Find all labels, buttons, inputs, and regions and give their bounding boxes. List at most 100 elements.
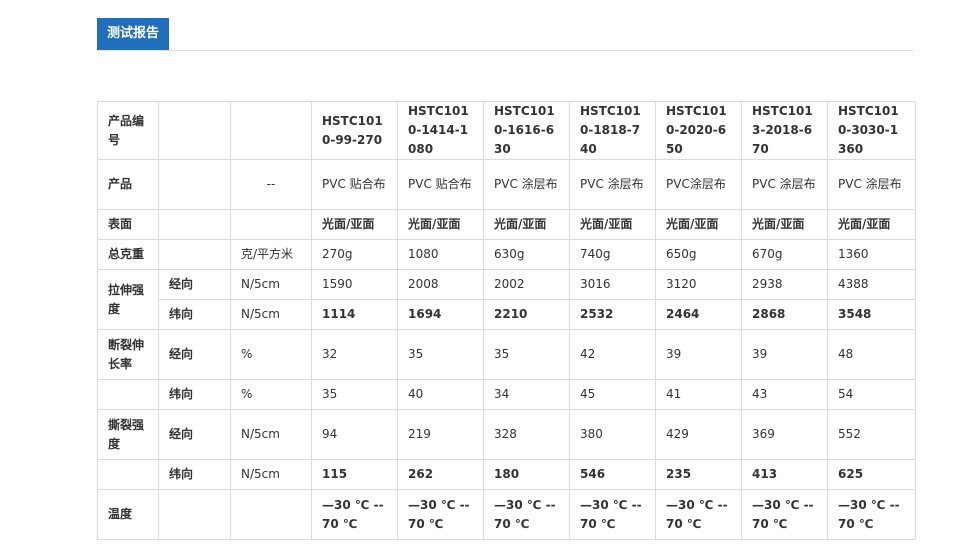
empty-cell [97,379,159,410]
row-label-tear: 撕裂强度 [97,409,159,460]
direction-label: 纬向 [158,299,231,330]
table-row-product-code: 产品编号 HSTC1010-99-270 HSTC1010-1414-1080 … [97,101,916,160]
tensile-warp-cell: 3016 [569,269,656,300]
temperature-cell: —30 ℃ -- 70 ℃ [827,489,916,540]
unit-cell: 克/平方米 [230,239,312,270]
product-cell: PVC 贴合布 [397,159,484,210]
tear-weft-cell: 413 [741,459,828,490]
weight-cell: 650g [655,239,742,270]
temperature-cell: —30 ℃ -- 70 ℃ [655,489,742,540]
empty-cell [158,489,231,540]
tear-warp-cell: 429 [655,409,742,460]
tear-warp-cell: 380 [569,409,656,460]
row-label-product-code: 产品编号 [97,101,159,160]
product-cell: PVC 涂层布 [741,159,828,210]
spec-table: 产品编号 HSTC1010-99-270 HSTC1010-1414-1080 … [97,101,916,540]
elongation-warp-cell: 42 [569,329,656,380]
elongation-weft-cell: 40 [397,379,484,410]
empty-cell [158,159,231,210]
elongation-warp-cell: 39 [741,329,828,380]
tensile-weft-cell: 1694 [397,299,484,330]
unit-cell: N/5cm [230,299,312,330]
row-label-product: 产品 [97,159,159,210]
elongation-warp-cell: 32 [311,329,398,380]
weight-cell: 670g [741,239,828,270]
unit-cell: N/5cm [230,269,312,300]
empty-cell [158,209,231,240]
tear-warp-cell: 219 [397,409,484,460]
tear-warp-cell: 369 [741,409,828,460]
table-row-tear-warp: 撕裂强度 经向 N/5cm 94 219 328 380 429 369 552 [97,409,916,460]
row-label-surface: 表面 [97,209,159,240]
table-row-product: 产品 -- PVC 贴合布 PVC 贴合布 PVC 涂层布 PVC 涂层布 PV… [97,159,916,210]
direction-label: 经向 [158,329,231,380]
tear-warp-cell: 94 [311,409,398,460]
elongation-weft-cell: 41 [655,379,742,410]
surface-cell: 光面/亚面 [741,209,828,240]
elongation-weft-cell: 45 [569,379,656,410]
product-cell: PVC 贴合布 [311,159,398,210]
empty-cell [158,239,231,270]
table-row-tensile-weft: 纬向 N/5cm 1114 1694 2210 2532 2464 2868 3… [98,299,916,330]
unit-cell: N/5cm [230,409,312,460]
elongation-weft-cell: 54 [827,379,916,410]
empty-cell [97,459,159,490]
product-cell: PVC 涂层布 [483,159,570,210]
product-cell: PVC 涂层布 [569,159,656,210]
weight-cell: 1080 [397,239,484,270]
unit-cell: % [230,329,312,380]
elongation-weft-cell: 35 [311,379,398,410]
elongation-weft-cell: 43 [741,379,828,410]
tensile-weft-cell: 3548 [827,299,916,330]
empty-cell [230,489,312,540]
tensile-warp-cell: 1590 [311,269,398,300]
unit-cell: -- [230,159,312,210]
tensile-weft-cell: 2532 [569,299,656,330]
product-code-cell: HSTC1010-1616-630 [483,101,570,160]
product-code-cell: HSTC1010-99-270 [311,101,398,160]
row-label-elongation: 断裂伸长率 [97,329,159,380]
direction-label: 纬向 [158,379,231,410]
product-cell: PVC涂层布 [655,159,742,210]
product-code-cell: HSTC1013-2018-670 [741,101,828,160]
elongation-warp-cell: 39 [655,329,742,380]
elongation-warp-cell: 35 [397,329,484,380]
product-code-cell: HSTC1010-1818-740 [569,101,656,160]
tear-weft-cell: 180 [483,459,570,490]
tear-weft-cell: 262 [397,459,484,490]
surface-cell: 光面/亚面 [655,209,742,240]
table-row-elongation-weft: 纬向 % 35 40 34 45 41 43 54 [97,379,916,410]
table-row-elongation-warp: 断裂伸长率 经向 % 32 35 35 42 39 39 48 [97,329,916,380]
unit-cell: % [230,379,312,410]
empty-cell [158,101,231,160]
row-label-tensile: 拉伸强度 [97,269,159,330]
row-label-temperature: 温度 [97,489,159,540]
empty-cell [230,101,312,160]
tensile-weft-cell: 2210 [483,299,570,330]
tear-weft-cell: 235 [655,459,742,490]
elongation-warp-cell: 35 [483,329,570,380]
table-row-tear-weft: 纬向 N/5cm 115 262 180 546 235 413 625 [97,459,916,490]
elongation-warp-cell: 48 [827,329,916,380]
table-row-tensile-warp: 拉伸强度 经向 N/5cm 1590 2008 2002 3016 3120 2… [97,269,916,330]
product-code-cell: HSTC1010-1414-1080 [397,101,484,160]
table-row-surface: 表面 光面/亚面 光面/亚面 光面/亚面 光面/亚面 光面/亚面 光面/亚面 光… [97,209,916,240]
weight-cell: 270g [311,239,398,270]
tensile-weft-cell: 2868 [741,299,828,330]
direction-label: 纬向 [158,459,231,490]
table-row-weight: 总克重 克/平方米 270g 1080 630g 740g 650g 670g … [97,239,916,270]
tensile-warp-cell: 3120 [655,269,742,300]
empty-cell [230,209,312,240]
surface-cell: 光面/亚面 [311,209,398,240]
weight-cell: 630g [483,239,570,270]
elongation-weft-cell: 34 [483,379,570,410]
tear-warp-cell: 552 [827,409,916,460]
temperature-cell: —30 ℃ -- 70 ℃ [483,489,570,540]
tear-warp-cell: 328 [483,409,570,460]
temperature-cell: —30 ℃ -- 70 ℃ [569,489,656,540]
tensile-weft-cell: 1114 [311,299,398,330]
product-cell: PVC 涂层布 [827,159,916,210]
tab-test-report[interactable]: 测试报告 [97,18,170,50]
temperature-cell: —30 ℃ -- 70 ℃ [397,489,484,540]
surface-cell: 光面/亚面 [397,209,484,240]
